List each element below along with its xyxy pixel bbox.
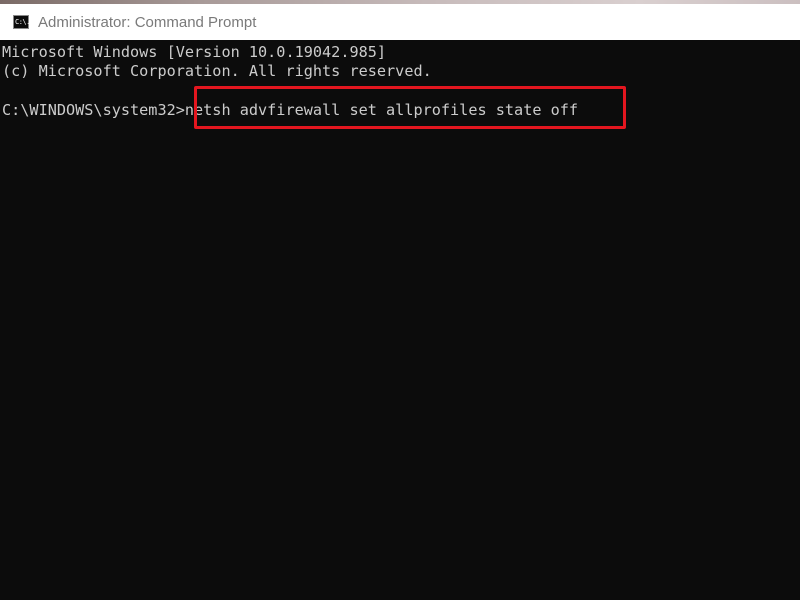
cmd-icon: C:\. [13,15,30,29]
console-output-line: (c) Microsoft Corporation. All rights re… [2,62,432,80]
prompt-path: C:\WINDOWS\system32> [2,101,185,119]
command-highlight-box [194,86,626,129]
window-title: Administrator: Command Prompt [38,13,257,31]
console-output-line: Microsoft Windows [Version 10.0.19042.98… [2,43,387,61]
console-area[interactable]: Microsoft Windows [Version 10.0.19042.98… [0,40,800,600]
title-bar[interactable]: C:\. Administrator: Command Prompt [0,4,800,40]
command-prompt-window: C:\. Administrator: Command Prompt Micro… [0,0,800,600]
